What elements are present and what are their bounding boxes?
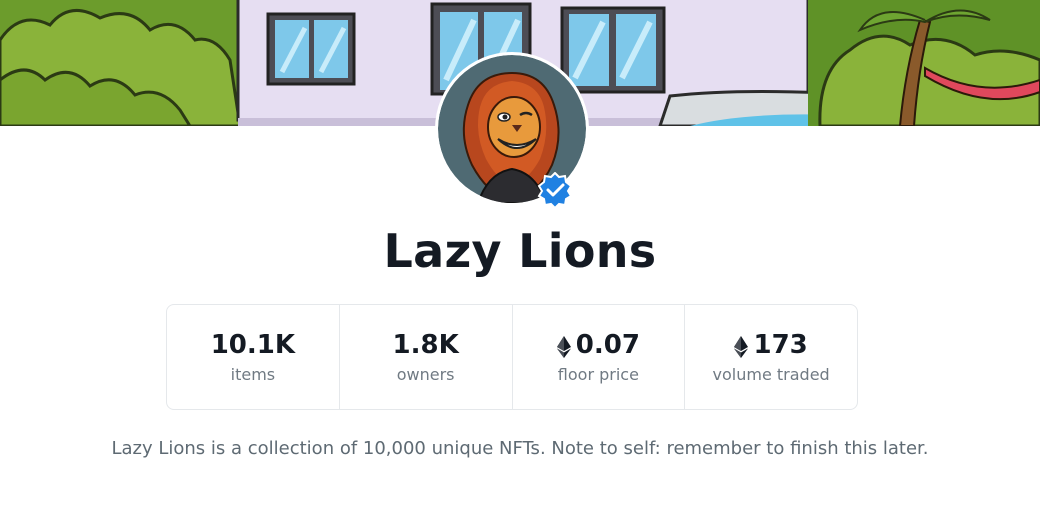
stat-value: 1.8K xyxy=(393,329,459,361)
stat-floor-price-value: 0.07 xyxy=(575,330,640,360)
stat-floor-price-label: floor price xyxy=(557,365,639,384)
verified-badge-icon xyxy=(537,171,573,210)
stat-items[interactable]: 10.1K items xyxy=(167,305,339,409)
stat-owners-label: owners xyxy=(396,365,455,384)
stat-items-label: items xyxy=(230,365,276,384)
collection-stats: 10.1K items 1.8K owners 0.07 floor price… xyxy=(166,304,858,410)
stat-owners[interactable]: 1.8K owners xyxy=(338,305,512,409)
collection-description: Lazy Lions is a collection of 10,000 uni… xyxy=(111,438,929,459)
ethereum-icon xyxy=(556,334,571,358)
stat-floor-price[interactable]: 0.07 floor price xyxy=(511,305,685,409)
stat-value: 10.1K xyxy=(211,329,295,361)
stat-value: 0.07 xyxy=(556,329,640,361)
stat-items-value: 10.1K xyxy=(210,330,296,360)
collection-page: Lazy Lions 10.1K items 1.8K owners 0.07 … xyxy=(0,0,1040,522)
stat-owners-value: 1.8K xyxy=(392,330,459,360)
collection-title: Lazy Lions xyxy=(383,224,657,278)
stat-value: 173 xyxy=(734,329,808,361)
ethereum-icon xyxy=(734,334,749,358)
stat-volume-traded-value: 173 xyxy=(753,330,808,360)
stat-volume-traded-label: volume traded xyxy=(712,365,830,384)
stat-volume-traded[interactable]: 173 volume traded xyxy=(684,305,857,409)
